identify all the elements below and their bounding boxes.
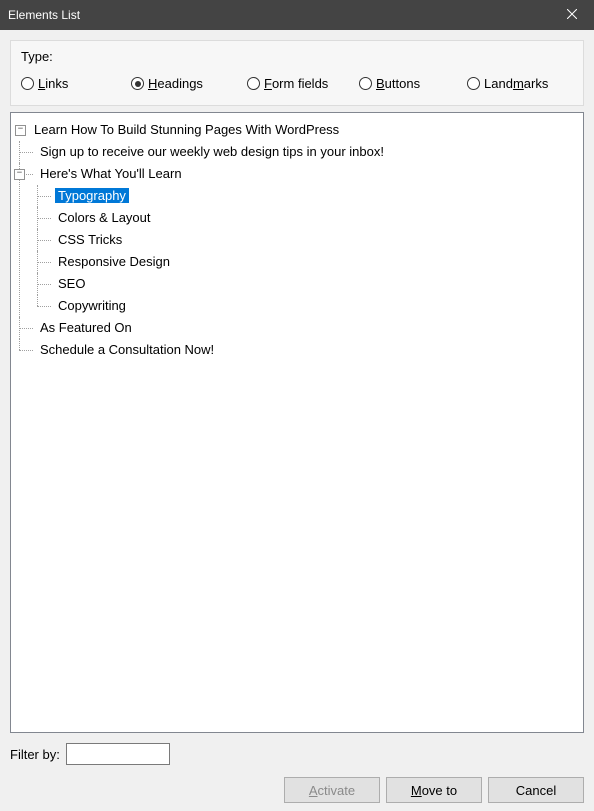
- radio-links[interactable]: Links: [21, 76, 131, 91]
- radio-form-fields[interactable]: Form fields: [247, 76, 359, 91]
- tree-item-label: Typography: [55, 188, 129, 203]
- tree-item[interactable]: Here's What You'll Learn Typography Colo…: [19, 163, 579, 317]
- tree-item-label: Colors & Layout: [55, 210, 154, 225]
- tree-expander-icon[interactable]: [14, 169, 25, 180]
- radio-headings[interactable]: Headings: [131, 76, 247, 91]
- radio-landmarks-label: Landmarks: [484, 76, 548, 91]
- radio-icon: [467, 77, 480, 90]
- button-label: Move to: [411, 783, 457, 798]
- tree-item-label: Schedule a Consultation Now!: [37, 342, 217, 357]
- radio-icon: [131, 77, 144, 90]
- filter-label: Filter by:: [10, 747, 60, 762]
- tree-item[interactable]: Sign up to receive our weekly web design…: [19, 141, 579, 163]
- move-to-button[interactable]: Move to: [386, 777, 482, 803]
- tree-item[interactable]: Schedule a Consultation Now!: [19, 339, 579, 361]
- cancel-button[interactable]: Cancel: [488, 777, 584, 803]
- tree-item-label: Here's What You'll Learn: [37, 166, 185, 181]
- dialog-body: Type: Links Headings Form fields Buttons…: [0, 30, 594, 811]
- close-icon: [567, 8, 577, 22]
- radio-icon: [359, 77, 372, 90]
- type-label: Type:: [21, 49, 575, 64]
- type-groupbox: Type: Links Headings Form fields Buttons…: [10, 40, 584, 106]
- radio-landmarks[interactable]: Landmarks: [467, 76, 548, 91]
- tree-item-label: Copywriting: [55, 298, 129, 313]
- radio-headings-label: Headings: [148, 76, 203, 91]
- tree-item-label: SEO: [55, 276, 88, 291]
- tree-item[interactable]: Typography: [37, 185, 579, 207]
- radio-icon: [21, 77, 34, 90]
- tree-item-label: As Featured On: [37, 320, 135, 335]
- tree-item[interactable]: SEO: [37, 273, 579, 295]
- dialog-buttons: Activate Move to Cancel: [10, 777, 584, 803]
- radio-links-label: Links: [38, 76, 68, 91]
- tree-item[interactable]: Colors & Layout: [37, 207, 579, 229]
- activate-button[interactable]: Activate: [284, 777, 380, 803]
- tree-item[interactable]: Copywriting: [37, 295, 579, 317]
- titlebar: Elements List: [0, 0, 594, 30]
- close-button[interactable]: [549, 0, 594, 30]
- tree-item-label: Sign up to receive our weekly web design…: [37, 144, 387, 159]
- tree-item[interactable]: As Featured On: [19, 317, 579, 339]
- button-label: Activate: [309, 783, 355, 798]
- radio-buttons[interactable]: Buttons: [359, 76, 467, 91]
- type-radio-row: Links Headings Form fields Buttons Landm…: [19, 76, 575, 91]
- tree-item-label: CSS Tricks: [55, 232, 125, 247]
- radio-buttons-label: Buttons: [376, 76, 420, 91]
- button-label: Cancel: [516, 783, 556, 798]
- tree-item[interactable]: Responsive Design: [37, 251, 579, 273]
- radio-form-label: Form fields: [264, 76, 328, 91]
- tree-item-label: Learn How To Build Stunning Pages With W…: [31, 122, 342, 137]
- filter-input[interactable]: [66, 743, 170, 765]
- radio-icon: [247, 77, 260, 90]
- filter-row: Filter by:: [10, 743, 584, 765]
- tree-expander-icon[interactable]: [15, 125, 26, 136]
- tree-item[interactable]: Learn How To Build Stunning Pages With W…: [15, 119, 579, 361]
- elements-tree[interactable]: Learn How To Build Stunning Pages With W…: [10, 112, 584, 733]
- tree-item-label: Responsive Design: [55, 254, 173, 269]
- tree-item[interactable]: CSS Tricks: [37, 229, 579, 251]
- window-title: Elements List: [8, 8, 549, 22]
